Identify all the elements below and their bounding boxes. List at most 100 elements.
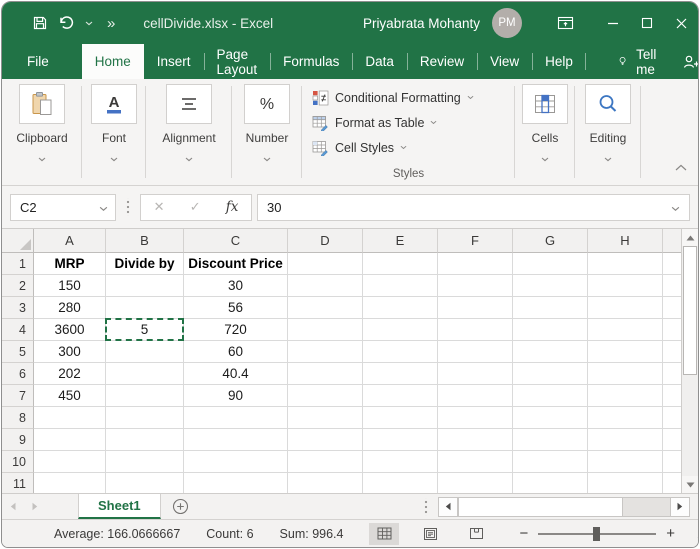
cell-partial-5[interactable] bbox=[663, 341, 681, 363]
maximize-button[interactable] bbox=[630, 2, 664, 44]
cell-H5[interactable] bbox=[588, 341, 663, 363]
row-header-7[interactable]: 7 bbox=[2, 385, 34, 407]
scroll-right-button[interactable] bbox=[670, 496, 690, 517]
cell-F1[interactable] bbox=[438, 253, 513, 275]
ribbon-tab-review[interactable]: Review bbox=[406, 44, 477, 79]
editing-group[interactable]: Editing bbox=[575, 79, 641, 185]
cell-B2[interactable] bbox=[106, 275, 184, 297]
editing-group-chevron-icon[interactable] bbox=[604, 149, 612, 167]
cells-group[interactable]: Cells bbox=[515, 79, 575, 185]
more-commands-button[interactable]: » bbox=[107, 15, 115, 32]
number-format-button[interactable]: % bbox=[244, 84, 290, 124]
cell-E2[interactable] bbox=[363, 275, 438, 297]
insert-function-icon[interactable]: fx bbox=[226, 199, 239, 215]
normal-view-button[interactable] bbox=[369, 522, 400, 545]
cell-partial-9[interactable] bbox=[663, 429, 681, 451]
editing-button[interactable] bbox=[585, 84, 631, 124]
cell-A4[interactable]: 3600 bbox=[34, 319, 106, 341]
cell-G8[interactable] bbox=[513, 407, 588, 429]
cell-H3[interactable] bbox=[588, 297, 663, 319]
zoom-in-button[interactable]: + bbox=[660, 525, 681, 542]
ribbon-tab-file[interactable]: File bbox=[10, 44, 66, 79]
cell-E5[interactable] bbox=[363, 341, 438, 363]
collapse-ribbon-button[interactable] bbox=[675, 158, 687, 176]
horizontal-scrollbar[interactable] bbox=[438, 494, 690, 519]
number-group[interactable]: % Number bbox=[232, 79, 302, 185]
cell-E4[interactable] bbox=[363, 319, 438, 341]
cell-B5[interactable] bbox=[106, 341, 184, 363]
paste-button[interactable] bbox=[19, 84, 65, 124]
cell-F4[interactable] bbox=[438, 319, 513, 341]
row-header-1[interactable]: 1 bbox=[2, 253, 34, 275]
ribbon-tab-help[interactable]: Help bbox=[532, 44, 586, 79]
cell-G9[interactable] bbox=[513, 429, 588, 451]
row-header-6[interactable]: 6 bbox=[2, 363, 34, 385]
close-button[interactable] bbox=[664, 2, 698, 44]
cell-partial-1[interactable] bbox=[663, 253, 681, 275]
cell-H7[interactable] bbox=[588, 385, 663, 407]
cell-partial-11[interactable] bbox=[663, 473, 681, 493]
cell-G1[interactable] bbox=[513, 253, 588, 275]
column-header-H[interactable]: H bbox=[588, 229, 663, 253]
cell-partial-7[interactable] bbox=[663, 385, 681, 407]
share-button[interactable]: Share bbox=[672, 44, 698, 79]
cell-G7[interactable] bbox=[513, 385, 588, 407]
cell-H2[interactable] bbox=[588, 275, 663, 297]
cell-D11[interactable] bbox=[288, 473, 363, 493]
cell-E6[interactable] bbox=[363, 363, 438, 385]
sheet-nav-left-button[interactable] bbox=[2, 494, 24, 519]
row-header-4[interactable]: 4 bbox=[2, 319, 34, 341]
cell-H9[interactable] bbox=[588, 429, 663, 451]
cell-C4[interactable]: 720 bbox=[184, 319, 288, 341]
column-header-E[interactable]: E bbox=[363, 229, 438, 253]
cell-B10[interactable] bbox=[106, 451, 184, 473]
cell-D9[interactable] bbox=[288, 429, 363, 451]
cell-E8[interactable] bbox=[363, 407, 438, 429]
cell-D7[interactable] bbox=[288, 385, 363, 407]
zoom-slider-handle[interactable] bbox=[592, 526, 600, 541]
cell-C6[interactable]: 40.4 bbox=[184, 363, 288, 385]
cell-C7[interactable]: 90 bbox=[184, 385, 288, 407]
cell-H11[interactable] bbox=[588, 473, 663, 493]
cell-A2[interactable]: 150 bbox=[34, 275, 106, 297]
expand-formula-bar-icon[interactable] bbox=[671, 200, 680, 215]
column-header-F[interactable]: F bbox=[438, 229, 513, 253]
scroll-up-button[interactable] bbox=[682, 229, 698, 246]
cell-B1[interactable]: Divide by bbox=[106, 253, 184, 275]
formula-bar-resize-dots[interactable] bbox=[126, 198, 130, 216]
row-header-8[interactable]: 8 bbox=[2, 407, 34, 429]
cell-F8[interactable] bbox=[438, 407, 513, 429]
cell-F5[interactable] bbox=[438, 341, 513, 363]
cell-D8[interactable] bbox=[288, 407, 363, 429]
column-header-C[interactable]: C bbox=[184, 229, 288, 253]
cell-E1[interactable] bbox=[363, 253, 438, 275]
cell-C11[interactable] bbox=[184, 473, 288, 493]
cell-E9[interactable] bbox=[363, 429, 438, 451]
cell-B4[interactable]: 5 bbox=[105, 318, 184, 341]
select-all-corner[interactable] bbox=[2, 229, 34, 253]
zoom-slider[interactable] bbox=[538, 526, 657, 541]
cell-B3[interactable] bbox=[106, 297, 184, 319]
cell-H8[interactable] bbox=[588, 407, 663, 429]
name-box[interactable]: C2 bbox=[10, 193, 116, 221]
page-break-preview-button[interactable] bbox=[461, 523, 491, 545]
cell-E10[interactable] bbox=[363, 451, 438, 473]
alignment-group-chevron-icon[interactable] bbox=[185, 149, 193, 167]
cell-A1[interactable]: MRP bbox=[34, 253, 106, 275]
cell-partial-2[interactable] bbox=[663, 275, 681, 297]
enter-icon[interactable]: ✓ bbox=[190, 199, 201, 215]
cell-partial-3[interactable] bbox=[663, 297, 681, 319]
cell-A6[interactable]: 202 bbox=[34, 363, 106, 385]
cell-G4[interactable] bbox=[513, 319, 588, 341]
avatar[interactable]: PM bbox=[492, 8, 522, 38]
row-header-3[interactable]: 3 bbox=[2, 297, 34, 319]
cell-F2[interactable] bbox=[438, 275, 513, 297]
cell-D3[interactable] bbox=[288, 297, 363, 319]
ribbon-tab-data[interactable]: Data bbox=[352, 44, 407, 79]
minimize-button[interactable] bbox=[596, 2, 630, 44]
cell-F3[interactable] bbox=[438, 297, 513, 319]
ribbon-tab-home[interactable]: Home bbox=[81, 44, 144, 79]
clipboard-group-chevron-icon[interactable] bbox=[38, 149, 46, 167]
font-group-chevron-icon[interactable] bbox=[110, 149, 118, 167]
cell-A5[interactable]: 300 bbox=[34, 341, 106, 363]
